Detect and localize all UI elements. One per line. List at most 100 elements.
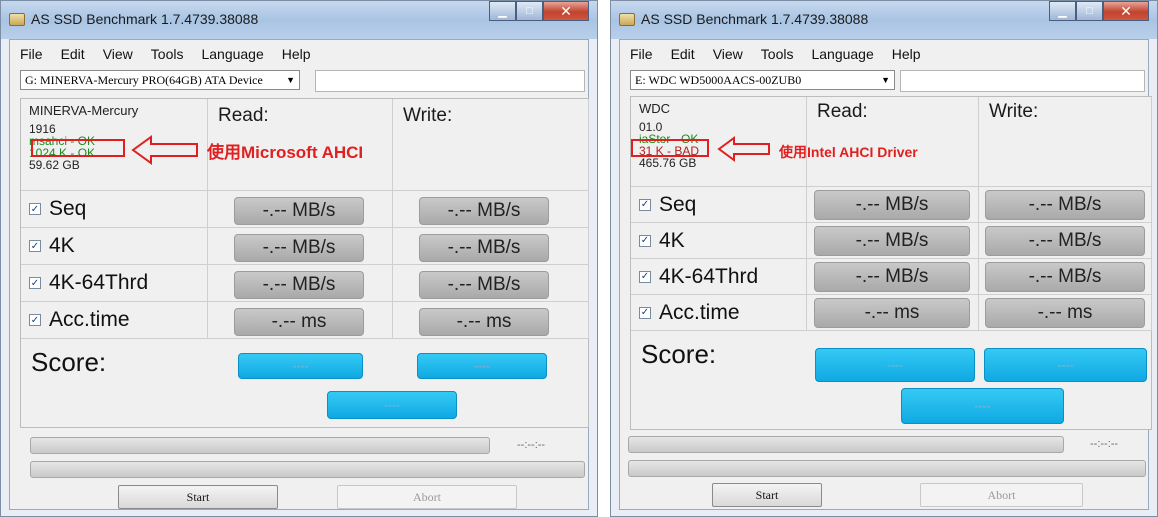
progress-bar-main <box>628 436 1064 453</box>
drive-select[interactable]: G: MINERVA-Mercury PRO(64GB) ATA Device … <box>20 70 300 90</box>
score-total-button[interactable]: ---- <box>901 388 1064 424</box>
acc-time-write-button[interactable]: -.-- ms <box>419 308 549 336</box>
seq-read-button[interactable]: -.-- MB/s <box>234 197 364 225</box>
drive-name: WDC <box>639 101 671 116</box>
row-acc-time: ✓ Acc.time <box>631 295 807 331</box>
row-label: 4K <box>49 234 75 257</box>
row-acc-time: ✓ Acc.time <box>21 302 208 339</box>
arrow-left-icon <box>717 136 770 162</box>
menu-bar: File Edit View Tools Language Help <box>630 46 921 62</box>
row-label: 4K-64Thrd <box>49 271 149 294</box>
menu-help[interactable]: Help <box>892 46 921 62</box>
abort-button[interactable]: Abort <box>337 485 517 509</box>
4k-write-button[interactable]: -.-- MB/s <box>419 234 549 262</box>
4k-write-button[interactable]: -.-- MB/s <box>985 226 1145 256</box>
score-label: Score: <box>641 339 717 369</box>
chevron-down-icon[interactable]: ▼ <box>280 75 295 85</box>
maximize-icon[interactable]: □ <box>1076 1 1103 21</box>
minimize-icon[interactable]: ▁ <box>1049 1 1076 21</box>
drive-select[interactable]: E: WDC WD5000AACS-00ZUB0 ▼ <box>630 70 895 90</box>
extra-field[interactable] <box>900 70 1145 92</box>
client-area: File Edit View Tools Language Help G: MI… <box>9 39 589 510</box>
drive-select-value: E: WDC WD5000AACS-00ZUB0 <box>635 72 802 87</box>
write-header-cell: Write: <box>979 97 1152 187</box>
menu-language[interactable]: Language <box>201 46 263 62</box>
ssd-app-icon <box>619 13 635 26</box>
close-icon[interactable]: ✕ <box>1103 1 1149 21</box>
score-read-button[interactable]: ---- <box>815 348 975 382</box>
acc-time-write-button[interactable]: -.-- ms <box>985 298 1145 328</box>
menu-bar: File Edit View Tools Language Help <box>20 46 311 62</box>
seq-read-button[interactable]: -.-- MB/s <box>814 190 970 220</box>
benchmark-window-right: AS SSD Benchmark 1.7.4739.38088 ▁ □ ✕ Fi… <box>610 0 1158 517</box>
window-title: AS SSD Benchmark 1.7.4739.38088 <box>31 11 259 27</box>
caption-buttons: ▁ □ ✕ <box>1049 1 1149 21</box>
start-button[interactable]: Start <box>712 483 822 507</box>
score-write-button[interactable]: ---- <box>984 348 1147 382</box>
extra-field[interactable] <box>315 70 585 92</box>
close-icon[interactable]: ✕ <box>543 1 589 21</box>
score-total-button[interactable]: ---- <box>327 391 457 419</box>
4k-64thrd-read-button[interactable]: -.-- MB/s <box>814 262 970 292</box>
minimize-icon[interactable]: ▁ <box>489 1 516 21</box>
acc-time-read-button[interactable]: -.-- ms <box>814 298 970 328</box>
annotation-text: 使用Intel AHCI Driver <box>779 144 918 160</box>
checkbox-checked-icon[interactable]: ✓ <box>29 203 41 215</box>
client-area: File Edit View Tools Language Help E: WD… <box>619 39 1152 510</box>
title-bar[interactable]: AS SSD Benchmark 1.7.4739.38088 ▁ □ ✕ <box>1 1 597 39</box>
menu-edit[interactable]: Edit <box>61 46 85 62</box>
4k-read-button[interactable]: -.-- MB/s <box>234 234 364 262</box>
score-read-button[interactable]: ---- <box>238 353 363 379</box>
row-label: Acc.time <box>49 308 130 331</box>
driver-highlight-box <box>631 139 709 157</box>
menu-view[interactable]: View <box>103 46 133 62</box>
menu-tools[interactable]: Tools <box>761 46 794 62</box>
seq-write-button[interactable]: -.-- MB/s <box>419 197 549 225</box>
title-bar[interactable]: AS SSD Benchmark 1.7.4739.38088 ▁ □ ✕ <box>611 1 1157 39</box>
4k-64thrd-write-button[interactable]: -.-- MB/s <box>985 262 1145 292</box>
arrow-left-icon <box>131 135 198 165</box>
read-header: Read: <box>817 101 868 122</box>
checkbox-checked-icon[interactable]: ✓ <box>29 314 41 326</box>
progress-bar-total <box>30 461 585 478</box>
checkbox-checked-icon[interactable]: ✓ <box>639 306 651 319</box>
annotation-text: 使用Microsoft AHCI <box>207 143 364 162</box>
chevron-down-icon[interactable]: ▼ <box>875 75 890 85</box>
read-header: Read: <box>218 105 269 126</box>
checkbox-checked-icon[interactable]: ✓ <box>639 234 651 247</box>
image-divider <box>598 0 610 517</box>
menu-file[interactable]: File <box>630 46 653 62</box>
checkbox-checked-icon[interactable]: ✓ <box>639 270 651 283</box>
menu-language[interactable]: Language <box>811 46 873 62</box>
row-label: Acc.time <box>659 300 740 324</box>
progress-bar-total <box>628 460 1146 477</box>
checkbox-checked-icon[interactable]: ✓ <box>29 277 41 289</box>
row-label: 4K <box>659 228 685 252</box>
acc-time-read-button[interactable]: -.-- ms <box>234 308 364 336</box>
menu-edit[interactable]: Edit <box>671 46 695 62</box>
4k-read-button[interactable]: -.-- MB/s <box>814 226 970 256</box>
maximize-icon[interactable]: □ <box>516 1 543 21</box>
seq-write-button[interactable]: -.-- MB/s <box>985 190 1145 220</box>
4k-64thrd-write-button[interactable]: -.-- MB/s <box>419 271 549 299</box>
benchmark-window-left: AS SSD Benchmark 1.7.4739.38088 ▁ □ ✕ Fi… <box>0 0 598 517</box>
score-write-button[interactable]: ---- <box>417 353 547 379</box>
4k-64thrd-read-button[interactable]: -.-- MB/s <box>234 271 364 299</box>
drive-name: MINERVA-Mercury <box>29 103 139 118</box>
row-4k: ✓ 4K <box>631 223 807 259</box>
checkbox-checked-icon[interactable]: ✓ <box>29 240 41 252</box>
row-seq: ✓ Seq <box>21 191 208 228</box>
menu-tools[interactable]: Tools <box>151 46 184 62</box>
menu-help[interactable]: Help <box>282 46 311 62</box>
row-label: Seq <box>49 197 87 220</box>
checkbox-checked-icon[interactable]: ✓ <box>639 198 651 211</box>
menu-file[interactable]: File <box>20 46 43 62</box>
elapsed-time: --:--:-- <box>517 439 546 451</box>
abort-button[interactable]: Abort <box>920 483 1083 507</box>
menu-view[interactable]: View <box>713 46 743 62</box>
row-4k-64thrd: ✓ 4K-64Thrd <box>631 259 807 295</box>
start-button[interactable]: Start <box>118 485 278 509</box>
drive-select-value: G: MINERVA-Mercury PRO(64GB) ATA Device <box>25 72 263 87</box>
row-label: Seq <box>659 192 697 216</box>
caption-buttons: ▁ □ ✕ <box>489 1 589 21</box>
